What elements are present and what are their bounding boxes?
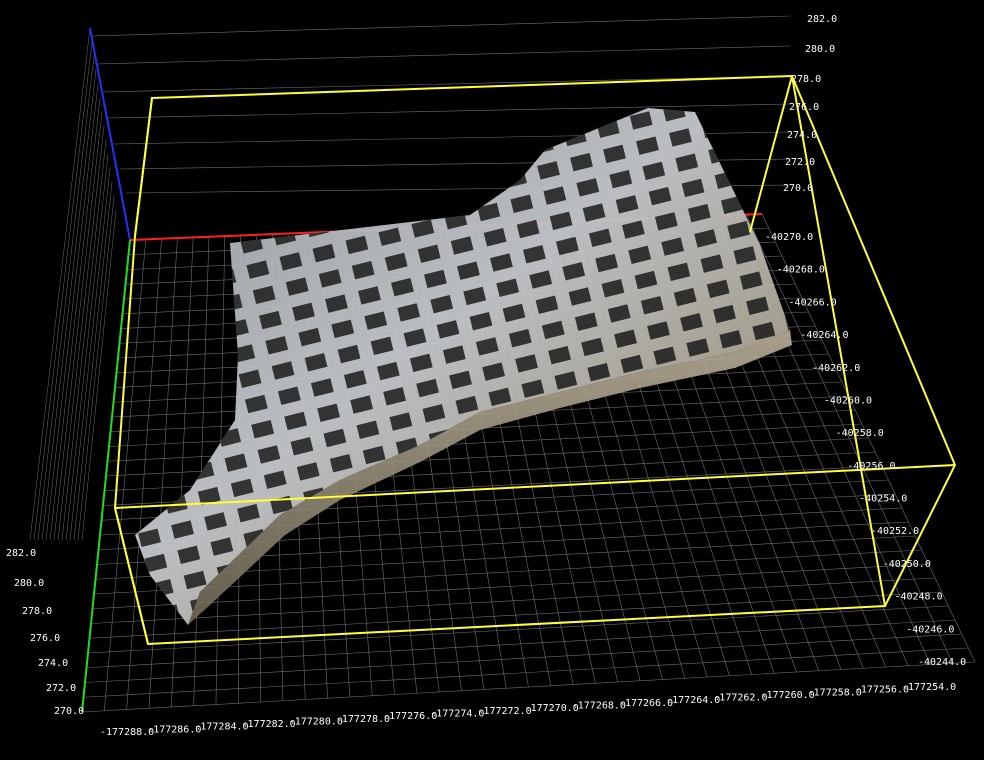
side-gridline (29, 27, 91, 541)
x-tick-label: -177284.0 (194, 722, 248, 733)
z-tick-label-left: 272.0 (46, 683, 76, 694)
y-tick-label: -40258.0 (836, 428, 884, 439)
z-gridline (89, 15, 791, 37)
3d-viewport[interactable]: 282.0 280.0 278.0 276.0 274.0 272.0 270.0 282.0… (0, 0, 984, 756)
y-axis (81, 239, 131, 713)
z-tick-label-right: 274.0 (787, 130, 817, 141)
z-tick-label-left: 274.0 (38, 658, 68, 669)
z-tick-label-left: 278.0 (22, 606, 52, 617)
x-tick-label: -177268.0 (572, 701, 626, 712)
z-tick-label-left: 276.0 (30, 633, 60, 644)
x-tick-label: -177260.0 (760, 690, 814, 701)
y-tick-label: -40268.0 (777, 265, 825, 276)
x-tick-label: -177266.0 (619, 698, 673, 709)
x-tick-label: -177276.0 (383, 711, 437, 722)
z-tick-label-right: 280.0 (805, 44, 835, 55)
y-tick-label: -40260.0 (824, 395, 872, 406)
x-tick-label: -177282.0 (242, 719, 296, 730)
side-gridline (45, 83, 99, 541)
x-tick-label: -177272.0 (477, 706, 531, 717)
z-gridline (101, 75, 791, 93)
x-tick-label: -177286.0 (147, 724, 201, 735)
z-gridline (95, 45, 791, 65)
x-tick-label: -177258.0 (808, 687, 862, 698)
side-gridline (33, 41, 93, 541)
y-tick-label: -40254.0 (859, 494, 907, 505)
x-tick-label: -177288.0 (100, 727, 154, 738)
z-tick-label-right: 278.0 (791, 74, 821, 85)
z-tick-label-left: 282.0 (6, 548, 36, 559)
z-tick-label-left: 270.0 (54, 706, 84, 717)
x-tick-label: -177278.0 (336, 714, 390, 725)
x-tick-label: -177270.0 (525, 703, 579, 714)
x-tick-label: -177264.0 (666, 695, 720, 706)
grid-line (86, 619, 956, 669)
z-tick-label-right: 276.0 (789, 102, 819, 113)
y-tick-label: -40264.0 (800, 330, 848, 341)
y-tick-label: -40270.0 (765, 232, 813, 243)
z-tick-label-right: 282.0 (807, 14, 837, 25)
y-tick-label: -40246.0 (906, 624, 954, 635)
y-tick-label: -40248.0 (894, 592, 942, 603)
side-gridline (53, 111, 103, 541)
side-gridline (57, 125, 105, 541)
y-tick-label: -40252.0 (871, 526, 919, 537)
x-tick-label: -177274.0 (430, 708, 484, 719)
side-gridline (73, 181, 113, 541)
y-tick-label: -40244.0 (918, 657, 966, 668)
x-tick-label: -177256.0 (855, 685, 909, 696)
x-tick-label: -177262.0 (713, 693, 767, 704)
y-tick-label: -40250.0 (883, 559, 931, 570)
y-tick-label: -40262.0 (812, 363, 860, 374)
side-gridline (77, 195, 115, 541)
side-gridline (69, 167, 111, 541)
grid-line (87, 605, 949, 654)
z-tick-label-right: 272.0 (785, 157, 815, 168)
x-tick-label: -177254.0 (902, 682, 956, 693)
y-tick-label: -40266.0 (789, 297, 837, 308)
z-tick-label-right: 270.0 (783, 183, 813, 194)
x-tick-label: -177280.0 (289, 716, 343, 727)
y-tick-label: -40256.0 (847, 461, 895, 472)
side-gridline (49, 97, 101, 541)
grid-line (89, 591, 942, 639)
z-tick-label-left: 280.0 (14, 578, 44, 589)
